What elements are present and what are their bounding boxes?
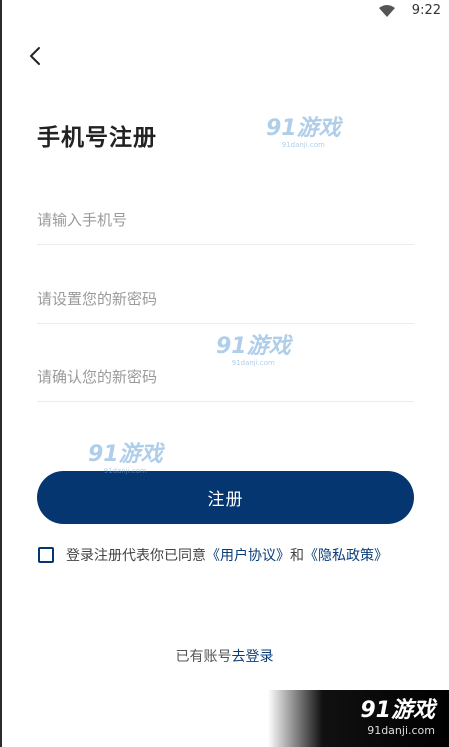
status-time: 9:22 — [411, 3, 441, 18]
back-button[interactable] — [22, 42, 50, 70]
login-prefix: 已有账号 — [175, 649, 232, 665]
wifi-icon — [379, 5, 395, 17]
watermark-logo: 91游戏 91danji.com — [88, 442, 163, 476]
register-button[interactable]: 注册 — [37, 471, 414, 524]
agreement-checkbox[interactable] — [38, 547, 54, 563]
phone-input[interactable] — [37, 196, 414, 244]
back-arrow-icon — [30, 47, 40, 65]
login-row: 已有账号去登录 — [0, 646, 449, 666]
corner-watermark: 91游戏 91danji.com — [268, 690, 449, 747]
watermark-logo: 91游戏 91danji.com — [216, 334, 291, 368]
privacy-policy-link[interactable]: 《隐私政策》 — [304, 545, 388, 565]
agreement-row: 登录注册代表你已同意 《用户协议》 和 《隐私政策》 — [38, 545, 388, 565]
password-input[interactable] — [37, 275, 414, 323]
status-bar: 9:22 — [0, 0, 449, 24]
screen-edge — [0, 0, 2, 747]
phone-field — [37, 196, 414, 245]
page-title: 手机号注册 — [37, 125, 157, 151]
user-agreement-link[interactable]: 《用户协议》 — [206, 545, 290, 565]
watermark-logo: 91游戏 91danji.com — [266, 116, 341, 150]
agreement-prefix: 登录注册代表你已同意 — [66, 548, 206, 564]
login-link[interactable]: 去登录 — [232, 649, 274, 665]
password-field — [37, 275, 414, 324]
agreement-and: 和 — [290, 548, 304, 564]
register-screen: 9:22 手机号注册 注册 登录注册代表你已同意 《用户协议》 和 《隐私政策》… — [0, 0, 449, 747]
